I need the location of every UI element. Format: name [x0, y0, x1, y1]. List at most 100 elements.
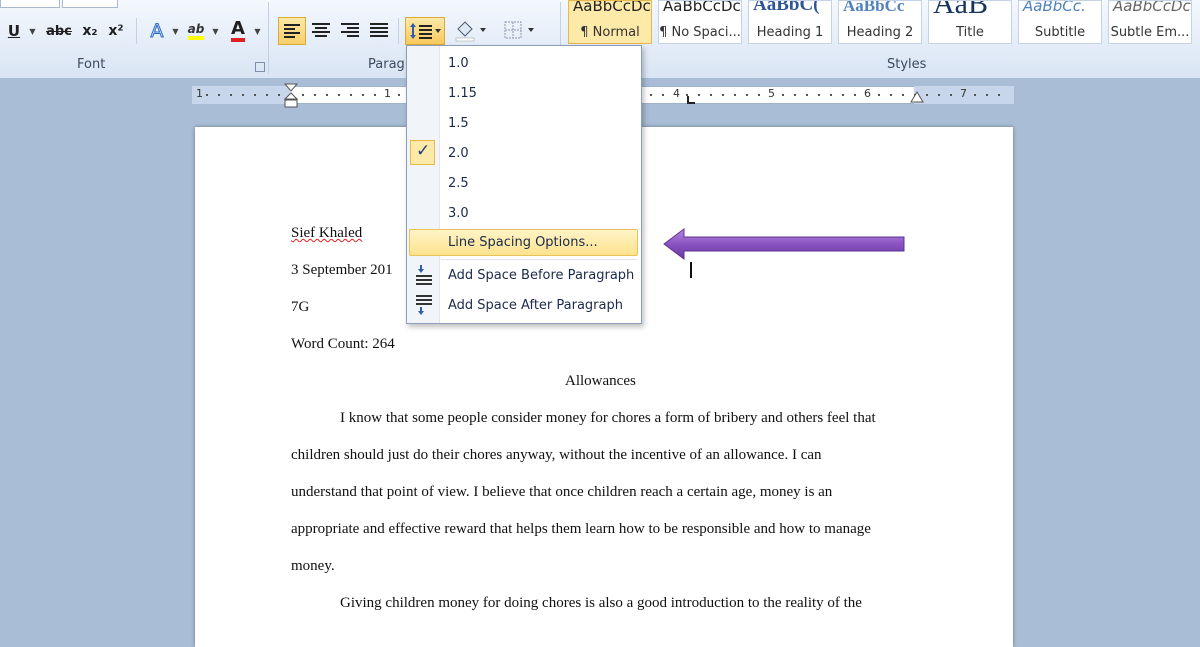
- ruler-number: 1: [384, 87, 391, 100]
- chevron-down-icon: ▼: [254, 26, 261, 36]
- style-name: Title: [956, 25, 984, 40]
- style-name: Heading 1: [756, 25, 824, 40]
- ruler-tick: [218, 94, 220, 96]
- ruler-number: 5: [768, 87, 775, 100]
- ruler-tick: [722, 94, 724, 96]
- font-dialog-launcher-icon[interactable]: [255, 62, 265, 72]
- font-color-icon: A: [231, 20, 245, 42]
- text-effects-button[interactable]: A: [146, 17, 168, 45]
- doc-author-name: Sief Khaled: [291, 225, 363, 241]
- ruler-tick: [698, 94, 700, 96]
- ruler-tick: [746, 94, 748, 96]
- highlighter-icon: ab: [187, 22, 205, 40]
- ruler-tick: [206, 94, 208, 96]
- justify-button[interactable]: [366, 17, 392, 45]
- styles-group-label: Styles: [887, 57, 927, 72]
- ruler-tick: [902, 94, 904, 96]
- style-sample: AaBbC(: [753, 0, 820, 15]
- text-cursor: [690, 262, 692, 278]
- ruler-tick: [734, 94, 736, 96]
- style-tile-heading-1[interactable]: AaBbC( Heading 1: [748, 0, 832, 44]
- ruler-tick: [362, 94, 364, 96]
- style-tile-subtle-em[interactable]: AaBbCcDc Subtle Em...: [1108, 0, 1192, 44]
- menu-item-1-15[interactable]: 1.15: [448, 86, 477, 101]
- ruler-tick: [254, 94, 256, 96]
- ruler-tick: [230, 94, 232, 96]
- highlight-button[interactable]: ab: [184, 17, 208, 45]
- doc-body-line: money.: [291, 558, 335, 574]
- ruler-number: 4: [673, 87, 680, 100]
- superscript-icon: x²: [108, 23, 124, 39]
- doc-body-line: understand that point of view. I believe…: [291, 484, 833, 500]
- superscript-button[interactable]: x²: [104, 17, 128, 45]
- ruler-tick: [938, 94, 940, 96]
- line-spacing-icon: [410, 23, 441, 39]
- ruler-tick: [374, 94, 376, 96]
- menu-item-3-0[interactable]: 3.0: [448, 206, 469, 221]
- menu-item-add-space-before[interactable]: Add Space Before Paragraph: [448, 268, 634, 283]
- style-tile-title[interactable]: AaB Title: [928, 0, 1012, 44]
- ruler-tick: [830, 94, 832, 96]
- menu-item-2-0[interactable]: 2.0: [448, 146, 469, 161]
- style-tile-no-spaci[interactable]: AaBbCcDc ¶ No Spaci...: [658, 0, 742, 44]
- doc-body-line: children should just do their chores any…: [291, 447, 822, 463]
- style-name: Heading 2: [846, 25, 914, 40]
- style-sample: AaBbCc: [843, 0, 905, 15]
- font-size-box[interactable]: [62, 0, 118, 8]
- right-indent-marker-icon[interactable]: [910, 90, 924, 104]
- menu-item-2-5[interactable]: 2.5: [448, 176, 469, 191]
- ruler-number: 7: [960, 87, 967, 100]
- chevron-down-icon: ▼: [172, 26, 179, 36]
- underline-icon: U: [7, 22, 21, 40]
- ruler-tick: [350, 94, 352, 96]
- doc-word-count: Word Count: 264: [291, 336, 395, 352]
- justify-icon: [370, 23, 388, 37]
- align-center-button[interactable]: [308, 17, 334, 45]
- menu-item-line-spacing-options[interactable]: Line Spacing Options...: [448, 235, 598, 250]
- style-tile-normal[interactable]: AaBbCcDc ¶ Normal: [568, 0, 652, 44]
- doc-body-line: appropriate and effective reward that he…: [291, 521, 871, 537]
- tab-stop-icon[interactable]: [686, 95, 696, 105]
- subscript-button[interactable]: x₂: [78, 17, 102, 45]
- ruler-tick: [926, 94, 928, 96]
- align-left-icon: [284, 24, 300, 38]
- align-right-button[interactable]: [337, 17, 363, 45]
- ruler-tick: [878, 94, 880, 96]
- underline-button[interactable]: U: [4, 17, 24, 45]
- add-space-before-icon: [416, 265, 432, 285]
- style-sample: AaBbCc.: [1023, 0, 1086, 15]
- style-name: ¶ Normal: [580, 25, 640, 40]
- style-tile-heading-2[interactable]: AaBbCc Heading 2: [838, 0, 922, 44]
- ruler-tick: [338, 94, 340, 96]
- font-color-button[interactable]: A: [226, 17, 250, 45]
- doc-title: Allowances: [565, 373, 636, 389]
- menu-item-1-0[interactable]: 1.0: [448, 56, 469, 71]
- ruler-tick: [782, 94, 784, 96]
- font-name-box[interactable]: [0, 0, 60, 8]
- borders-button[interactable]: [500, 17, 538, 45]
- ruler-tick: [314, 94, 316, 96]
- ruler-tick: [842, 94, 844, 96]
- underline-dropdown[interactable]: ▼: [24, 17, 38, 45]
- menu-item-add-space-after[interactable]: Add Space After Paragraph: [448, 298, 623, 313]
- ruler-tick: [974, 94, 976, 96]
- menu-item-1-5[interactable]: 1.5: [448, 116, 469, 131]
- align-left-button[interactable]: [278, 17, 306, 45]
- shading-button[interactable]: [452, 17, 488, 45]
- style-name: ¶ No Spaci...: [659, 25, 741, 40]
- text-effects-dropdown[interactable]: ▼: [168, 17, 180, 45]
- indent-marker-icon[interactable]: [283, 83, 299, 111]
- purple-arrow-annotation: [663, 228, 905, 260]
- ruler-tick: [662, 94, 664, 96]
- strikethrough-button[interactable]: abc: [44, 17, 74, 45]
- doc-date: 3 September 201: [291, 262, 393, 278]
- subscript-icon: x₂: [82, 23, 98, 39]
- highlight-dropdown[interactable]: ▼: [208, 17, 220, 45]
- text-effects-icon: A: [150, 20, 164, 43]
- style-tile-subtitle[interactable]: AaBbCc. Subtitle: [1018, 0, 1102, 44]
- line-spacing-button[interactable]: [405, 17, 445, 45]
- ruler-tick: [998, 94, 1000, 96]
- ruler-tick: [278, 94, 280, 96]
- doc-class: 7G: [291, 299, 310, 315]
- font-color-dropdown[interactable]: ▼: [250, 17, 262, 45]
